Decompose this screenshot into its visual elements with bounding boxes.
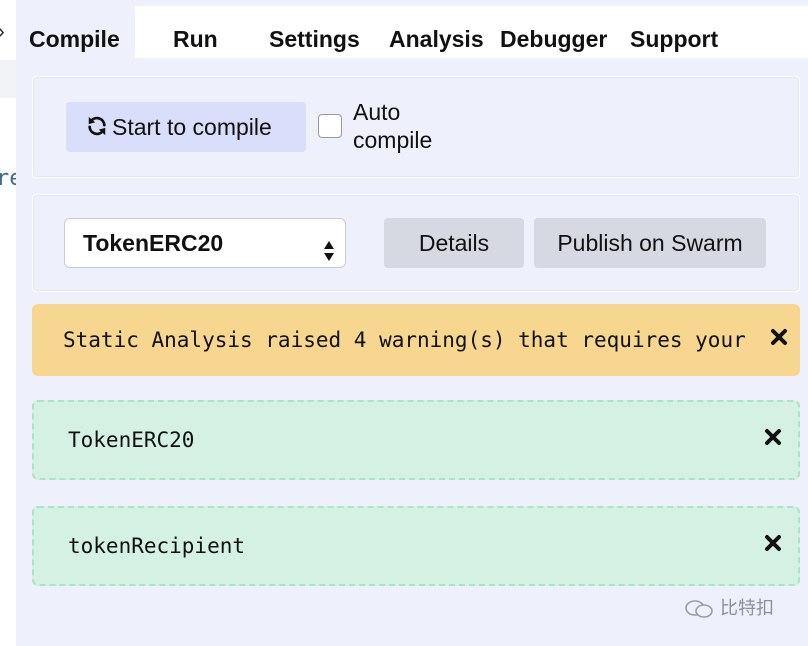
tab-compile[interactable]: Compile <box>16 6 135 58</box>
watermark: 比特扣 <box>684 596 774 620</box>
tab-run[interactable]: Run <box>173 6 218 58</box>
result-item-tokenrecipient: tokenRecipient <box>32 506 800 586</box>
editor-arrow-fragment: › <box>0 22 5 42</box>
contract-select-value: TokenERC20 <box>83 230 224 256</box>
static-analysis-warning: Static Analysis raised 4 warning(s) that… <box>32 304 800 376</box>
tab-settings[interactable]: Settings <box>269 6 360 58</box>
start-compile-label: Start to compile <box>112 114 272 140</box>
chat-bubble-icon <box>685 600 713 619</box>
details-button[interactable]: Details <box>384 218 524 268</box>
tab-bar: Compile Run Settings Analysis Debugger S… <box>16 6 808 58</box>
editor-gutter-highlight <box>0 60 16 98</box>
auto-compile-checkbox[interactable] <box>318 114 342 138</box>
start-compile-button[interactable]: Start to compile <box>66 102 306 152</box>
close-result-tokenrecipient-icon[interactable] <box>764 534 782 552</box>
select-arrows-icon <box>323 231 335 261</box>
close-warning-icon[interactable] <box>770 328 788 346</box>
warning-text: Static Analysis raised 4 warning(s) that… <box>63 328 746 352</box>
tab-support[interactable]: Support <box>630 6 718 58</box>
refresh-icon <box>86 104 108 154</box>
tab-analysis[interactable]: Analysis <box>389 6 484 58</box>
contract-select[interactable]: TokenERC20 <box>64 218 346 268</box>
watermark-text: 比特扣 <box>720 598 774 618</box>
close-result-tokenerc20-icon[interactable] <box>764 428 782 446</box>
result-name: tokenRecipient <box>68 534 246 558</box>
result-item-tokenerc20: TokenERC20 <box>32 400 800 480</box>
publish-swarm-button[interactable]: Publish on Swarm <box>534 218 766 268</box>
tab-debugger[interactable]: Debugger <box>500 6 607 58</box>
editor-edge: › re <box>0 0 23 646</box>
result-name: TokenERC20 <box>68 428 195 452</box>
auto-compile-label: Auto compile <box>353 99 433 153</box>
